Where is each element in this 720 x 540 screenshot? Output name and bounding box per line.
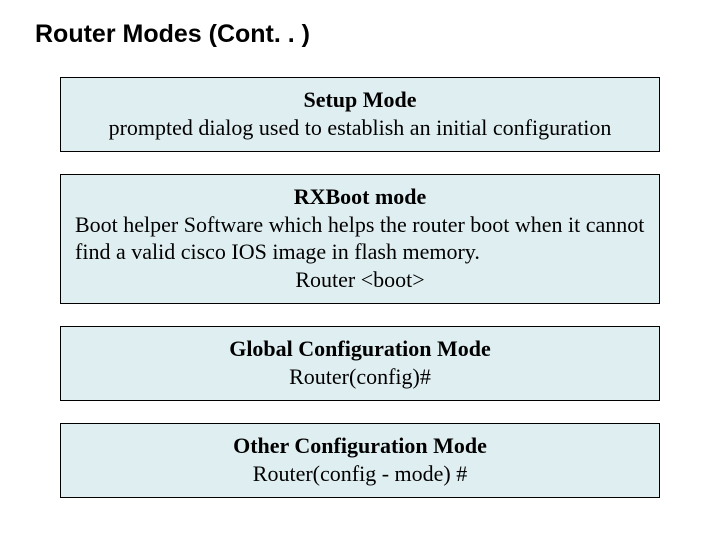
box-prompt: Router(config - mode) # (75, 460, 645, 488)
box-heading: RXBoot mode (75, 183, 645, 211)
mode-box-other-config: Other Configuration Mode Router(config -… (60, 423, 660, 498)
box-heading: Other Configuration Mode (75, 432, 645, 460)
box-heading: Setup Mode (75, 86, 645, 114)
box-prompt: Router <boot> (75, 266, 645, 294)
mode-box-global-config: Global Configuration Mode Router(config)… (60, 326, 660, 401)
slide-title: Router Modes (Cont. . ) (35, 20, 690, 49)
box-heading: Global Configuration Mode (75, 335, 645, 363)
box-body: Boot helper Software which helps the rou… (75, 211, 645, 266)
mode-box-setup: Setup Mode prompted dialog used to estab… (60, 77, 660, 152)
box-body: prompted dialog used to establish an ini… (75, 114, 645, 142)
box-prompt: Router(config)# (75, 363, 645, 391)
mode-box-rxboot: RXBoot mode Boot helper Software which h… (60, 174, 660, 304)
